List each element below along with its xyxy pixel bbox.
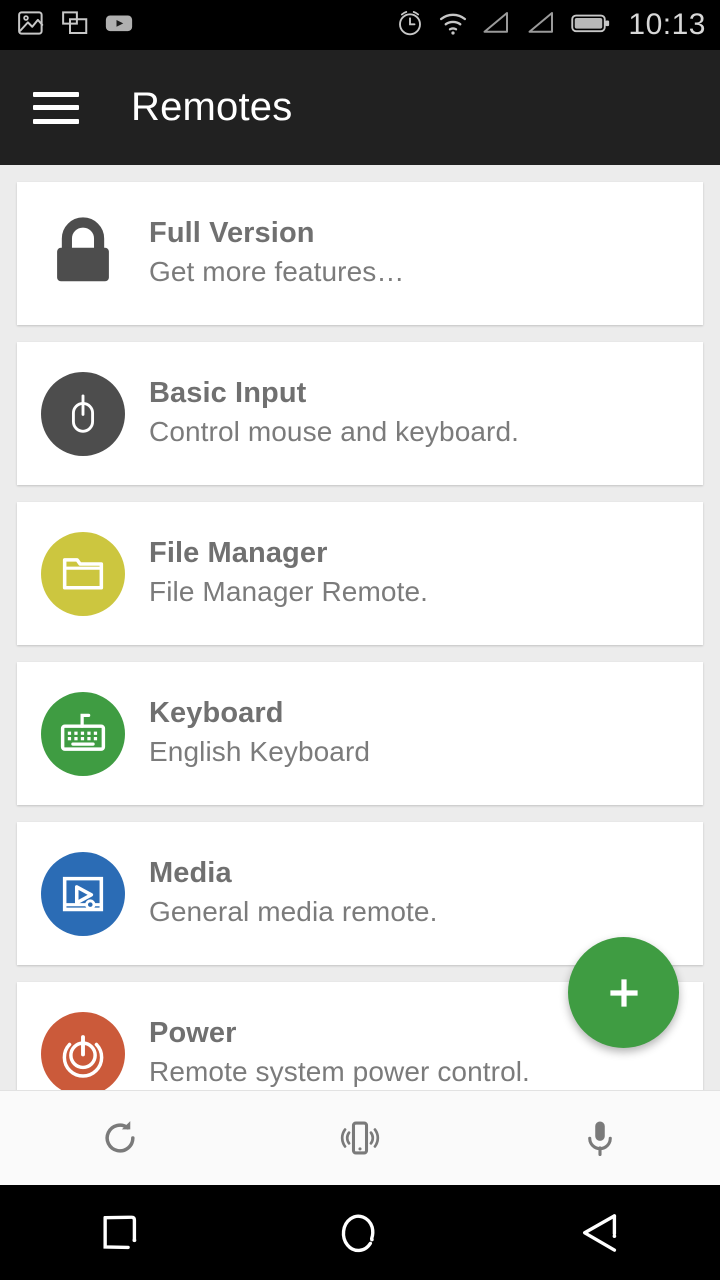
back-triangle-icon: [583, 1213, 617, 1252]
list-item[interactable]: File Manager File Manager Remote.: [17, 502, 703, 645]
hamburger-line: [33, 118, 79, 124]
icon-badge: [41, 1011, 125, 1090]
hamburger-line: [33, 105, 79, 110]
list-item-title: Full Version: [149, 217, 315, 250]
status-bar-left-icons: [0, 8, 134, 43]
signal-sim1-icon: [481, 8, 513, 43]
recents-button[interactable]: [0, 1206, 240, 1260]
app-root: 10:13 Remotes Full Version Get more feat…: [0, 0, 720, 1280]
photo-icon: [16, 8, 46, 43]
list-item-subtitle: Control mouse and keyboard.: [149, 416, 520, 448]
refresh-button[interactable]: [0, 1116, 240, 1160]
alarm-icon: [395, 8, 425, 43]
list-item-subtitle: File Manager Remote.: [149, 576, 429, 608]
list-item-icon: [33, 691, 133, 776]
list-item-subtitle: Get more features…: [149, 256, 405, 288]
vibrate-phone-icon: [340, 1121, 380, 1155]
list-item-title: File Manager: [149, 537, 328, 570]
folder-icon: [62, 557, 104, 590]
voice-input-button[interactable]: [480, 1116, 720, 1160]
list-item-icon: [33, 851, 133, 936]
list-item-icon: [33, 1011, 133, 1090]
list-item-text: Power Remote system power control.: [149, 1016, 530, 1090]
add-remote-fab[interactable]: [568, 937, 679, 1048]
list-item-text: Basic Input Control mouse and keyboard.: [149, 376, 519, 451]
back-button[interactable]: [480, 1206, 720, 1260]
bottom-action-bar: [0, 1090, 720, 1185]
list-item[interactable]: Full Version Get more features…: [17, 182, 703, 325]
microphone-icon: [588, 1121, 612, 1157]
power-icon: [62, 1034, 104, 1078]
hamburger-icon[interactable]: [33, 91, 79, 124]
status-bar-clock: 10:13: [628, 8, 706, 41]
plus-icon: [609, 978, 638, 1007]
list-item-icon: [33, 212, 133, 296]
wifi-icon: [438, 8, 468, 43]
icon-badge: [41, 531, 125, 616]
list-item-subtitle: Remote system power control.: [149, 1056, 530, 1088]
home-button[interactable]: [240, 1206, 480, 1260]
icon-badge: [41, 691, 125, 776]
hamburger-line: [33, 91, 79, 97]
app-toolbar: Remotes: [0, 50, 720, 165]
signal-sim2-icon: [526, 8, 558, 43]
vibrate-phone-button[interactable]: [240, 1115, 480, 1161]
battery-icon: [571, 8, 611, 43]
media-player-icon: [62, 876, 104, 911]
icon-badge: [41, 851, 125, 936]
list-item-title: Media: [149, 857, 232, 890]
page-title: Remotes: [131, 85, 293, 129]
list-item-subtitle: English Keyboard: [149, 736, 371, 768]
list-item-subtitle: General media remote.: [149, 896, 438, 928]
list-item-text: File Manager File Manager Remote.: [149, 536, 428, 611]
list-item-text: Keyboard English Keyboard: [149, 696, 370, 771]
list-item[interactable]: Keyboard English Keyboard: [17, 662, 703, 805]
list-item-title: Power: [149, 1017, 237, 1050]
android-nav-bar: [0, 1185, 720, 1280]
status-bar-right-icons: 10:13: [395, 8, 720, 43]
icon-badge: [41, 371, 125, 456]
list-item-icon: [33, 531, 133, 616]
home-circle-icon: [341, 1214, 375, 1252]
keyboard-icon: [60, 713, 106, 751]
status-bar: 10:13: [0, 0, 720, 50]
list-item-title: Basic Input: [149, 377, 307, 410]
list-item-text: Full Version Get more features…: [149, 216, 404, 291]
list-item-text: Media General media remote.: [149, 856, 437, 931]
list-item[interactable]: Basic Input Control mouse and keyboard.: [17, 342, 703, 485]
list-item-title: Keyboard: [149, 697, 284, 730]
lock-icon: [57, 216, 109, 281]
youtube-icon: [104, 8, 134, 43]
recents-square-icon: [103, 1215, 137, 1249]
mouse-icon: [71, 394, 95, 433]
screenshot-copy-icon: [60, 8, 90, 43]
refresh-icon: [105, 1121, 135, 1153]
list-item-icon: [33, 371, 133, 456]
